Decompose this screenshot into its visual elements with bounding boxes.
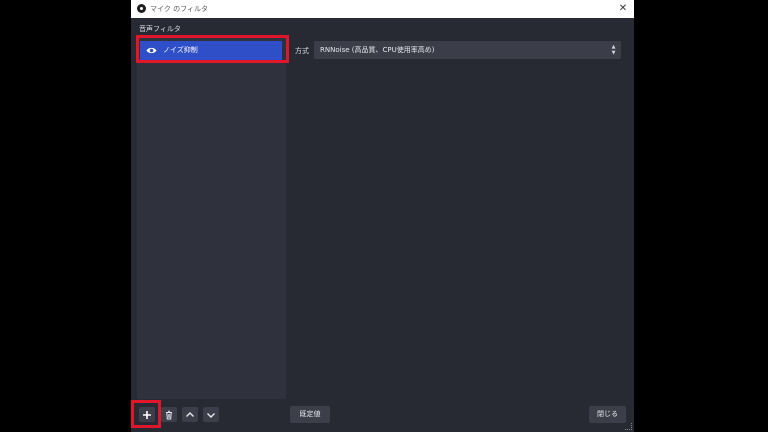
filter-item-noise-suppression[interactable]: ノイズ抑制 xyxy=(140,41,282,60)
select-spinner-icon: ▲ ▼ xyxy=(611,44,616,56)
chevron-down-icon xyxy=(207,412,215,418)
trash-icon xyxy=(166,410,172,419)
filters-dialog: マイク のフィルタ ✕ 音声フィルタ ノイズ抑制 方式 RNNoise (高品質… xyxy=(131,0,634,432)
eye-icon[interactable] xyxy=(146,45,157,56)
filter-list: ノイズ抑制 xyxy=(137,37,286,399)
method-select[interactable]: RNNoise (高品質、CPU使用率高め) ▲ ▼ xyxy=(314,41,621,59)
defaults-button[interactable]: 既定値 xyxy=(290,406,330,423)
add-filter-button[interactable] xyxy=(139,407,155,422)
move-up-button[interactable] xyxy=(182,407,198,422)
plus-icon xyxy=(143,410,151,419)
remove-filter-button[interactable] xyxy=(161,407,177,422)
title-bar: マイク のフィルタ ✕ xyxy=(131,0,634,18)
filter-properties: 方式 RNNoise (高品質、CPU使用率高め) ▲ ▼ xyxy=(290,37,627,399)
filter-item-label: ノイズ抑制 xyxy=(163,46,198,54)
move-down-button[interactable] xyxy=(203,407,219,422)
chevron-up-icon xyxy=(186,411,194,417)
method-value: RNNoise (高品質、CPU使用率高め) xyxy=(320,46,435,54)
close-icon[interactable]: ✕ xyxy=(616,2,630,16)
obs-icon xyxy=(137,4,146,13)
method-label: 方式 xyxy=(295,47,309,55)
close-button[interactable]: 閉じる xyxy=(589,406,626,423)
audio-filters-label: 音声フィルタ xyxy=(139,25,181,33)
resize-grip[interactable] xyxy=(625,423,632,430)
window-title: マイク のフィルタ xyxy=(150,5,208,13)
